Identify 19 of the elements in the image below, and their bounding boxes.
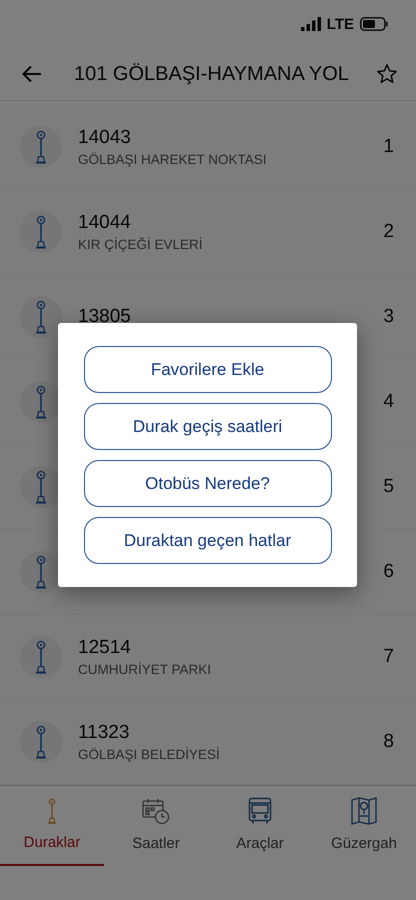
stop-name: KIR ÇİÇEĞİ EVLERİ	[78, 236, 203, 252]
stop-code: 12514	[78, 636, 131, 659]
stop-code: 11323	[78, 722, 130, 744]
network-label: LTE	[326, 16, 354, 33]
stop-order: 6	[383, 560, 394, 583]
stop-name: GÖLBAŞI HAREKET NOKTASI	[78, 152, 267, 167]
stop-order: 5	[383, 476, 394, 498]
stop-order: 3	[383, 306, 394, 328]
stop-name: CUMHURİYET PARKI	[78, 662, 212, 677]
stop-code: 14044	[78, 212, 131, 234]
stop-order: 4	[383, 390, 394, 413]
stop-order: 7	[383, 646, 394, 668]
stop-name: GÖLBAŞI BELEDİYESİ	[78, 746, 220, 762]
stop-code: 13805	[78, 306, 131, 328]
stop-code: 14043	[78, 126, 131, 149]
stop-order: 8	[383, 730, 394, 753]
stop-order: 1	[383, 136, 394, 158]
stop-order: 2	[383, 220, 394, 243]
route-title: 101 GÖLBAŞI-HAYMANA YOL	[73, 62, 350, 86]
